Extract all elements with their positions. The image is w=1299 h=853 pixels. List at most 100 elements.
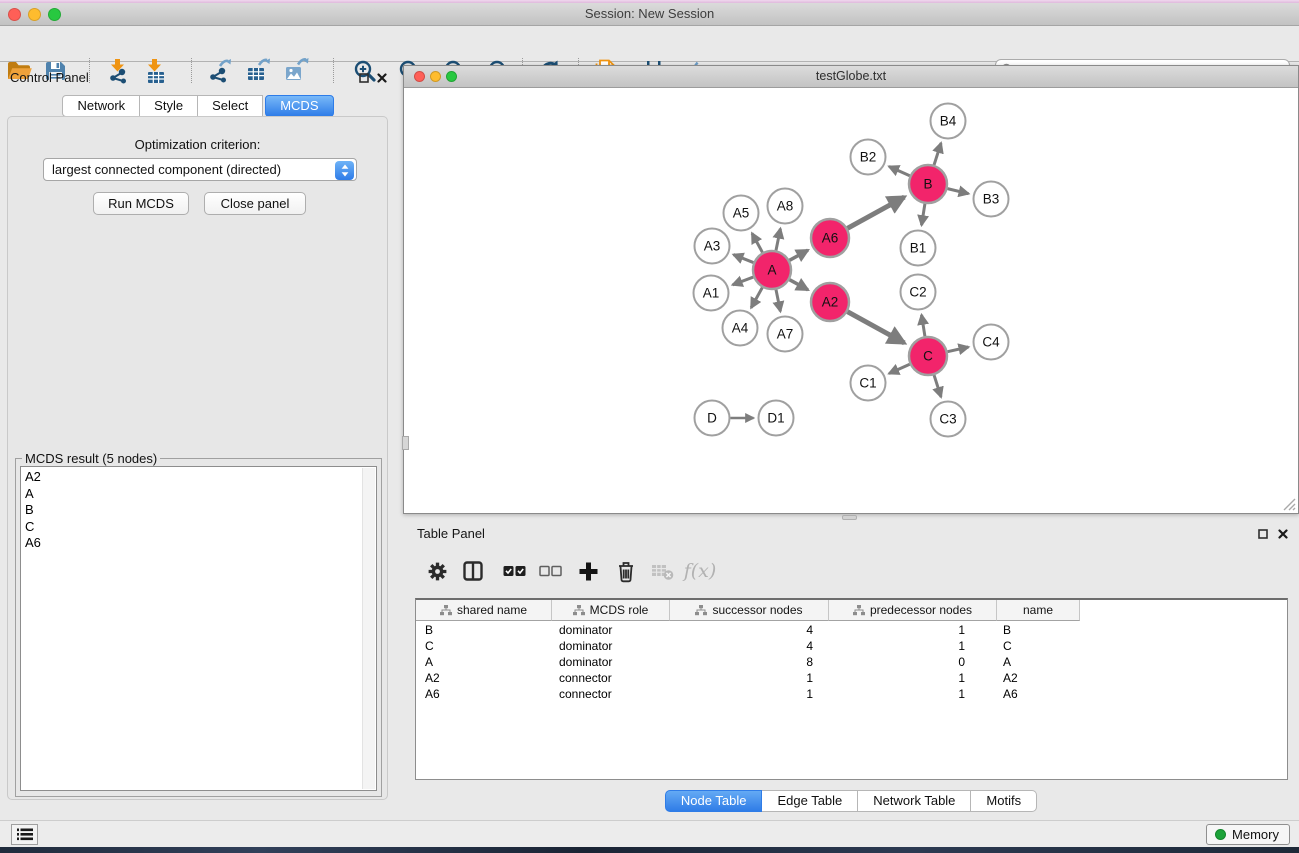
table-cell[interactable]: 1 [829, 638, 997, 654]
tab-style[interactable]: Style [140, 95, 198, 117]
edge-A6-B[interactable] [848, 197, 905, 228]
tab-network[interactable]: Network [62, 95, 140, 117]
table-cell[interactable]: A [997, 654, 1080, 670]
table-cell[interactable]: 8 [670, 654, 829, 670]
table-row[interactable]: Adominator80A [416, 654, 1287, 670]
tab-network-table[interactable]: Network Table [858, 790, 971, 812]
splitter-handle-bottom[interactable] [842, 515, 857, 520]
result-item[interactable]: A2 [25, 469, 376, 486]
delete-row-icon[interactable] [613, 558, 639, 584]
table-cell[interactable]: A2 [997, 670, 1080, 686]
table-cell[interactable]: dominator [552, 654, 670, 670]
edge-A-A3[interactable] [733, 255, 753, 263]
float-table-panel-icon[interactable] [1256, 527, 1270, 541]
deselect-all-icon[interactable] [537, 558, 563, 584]
table-cell[interactable]: 1 [829, 670, 997, 686]
table-cell[interactable]: 0 [829, 654, 997, 670]
edge-C-C1[interactable] [889, 364, 910, 373]
import-network-icon[interactable] [103, 57, 133, 85]
tab-node-table[interactable]: Node Table [665, 790, 763, 812]
net-maximize-traffic-light[interactable] [446, 71, 457, 82]
network-canvas[interactable]: B4B2BB3A8A5A6A3B1AA1C2A2A4A7C4CC1DD1C3 [405, 89, 1297, 512]
run-mcds-button[interactable]: Run MCDS [93, 192, 189, 215]
edge-A-A4[interactable] [751, 288, 762, 308]
edge-C-C4[interactable] [948, 347, 969, 352]
settings-gear-icon[interactable] [424, 558, 450, 584]
float-panel-icon[interactable] [357, 71, 371, 85]
result-item[interactable]: A6 [25, 535, 376, 552]
network-graph[interactable]: B4B2BB3A8A5A6A3B1AA1C2A2A4A7C4CC1DD1C3 [405, 89, 1297, 512]
table-row[interactable]: A6connector11A6 [416, 686, 1287, 702]
tab-motifs[interactable]: Motifs [971, 790, 1037, 812]
result-item[interactable]: A [25, 486, 376, 503]
memory-button[interactable]: Memory [1206, 824, 1290, 845]
edge-A-A6[interactable] [790, 250, 808, 260]
column-header-name[interactable]: name [997, 600, 1080, 621]
edge-C-C3[interactable] [934, 375, 941, 397]
table-cell[interactable]: A2 [416, 670, 552, 686]
table-cell[interactable]: dominator [552, 622, 670, 638]
table-row[interactable]: A2connector11A2 [416, 670, 1287, 686]
table-cell[interactable]: A6 [416, 686, 552, 702]
edge-A-A7[interactable] [776, 290, 780, 312]
net-close-traffic-light[interactable] [414, 71, 425, 82]
close-traffic-light[interactable] [8, 8, 21, 21]
table-cell[interactable]: dominator [552, 638, 670, 654]
table-row[interactable]: Cdominator41C [416, 638, 1287, 654]
edge-C-C2[interactable] [922, 315, 925, 336]
add-row-icon[interactable] [575, 558, 601, 584]
criterion-select[interactable]: largest connected component (directed) [43, 158, 357, 181]
edge-A-A8[interactable] [776, 229, 780, 251]
resize-grip-icon[interactable] [1280, 495, 1296, 511]
tab-edge-table[interactable]: Edge Table [762, 790, 858, 812]
table-cell[interactable]: 1 [670, 670, 829, 686]
show-columns-icon[interactable] [460, 558, 486, 584]
table-row[interactable]: Bdominator41B [416, 622, 1287, 638]
edge-A-A5[interactable] [752, 233, 762, 252]
column-header-successor-nodes[interactable]: successor nodes [670, 600, 829, 621]
table-cell[interactable]: 4 [670, 638, 829, 654]
column-header-MCDS-role[interactable]: MCDS role [552, 600, 670, 621]
select-all-icon[interactable] [501, 558, 527, 584]
result-item[interactable]: C [25, 519, 376, 536]
edge-B-B2[interactable] [889, 166, 910, 175]
table-cell[interactable]: connector [552, 686, 670, 702]
table-cell[interactable]: 4 [670, 622, 829, 638]
table-cell[interactable]: A6 [997, 686, 1080, 702]
edge-A2-C[interactable] [848, 312, 905, 343]
result-item[interactable]: B [25, 502, 376, 519]
table-cell[interactable]: 1 [829, 622, 997, 638]
import-table-icon[interactable] [140, 57, 170, 85]
close-panel-button[interactable]: Close panel [204, 192, 306, 215]
export-network-icon[interactable] [205, 57, 235, 85]
table-cell[interactable]: C [416, 638, 552, 654]
table-cell[interactable]: B [997, 622, 1080, 638]
table-cell[interactable]: C [997, 638, 1080, 654]
edge-B-B4[interactable] [934, 143, 941, 165]
edge-A-A1[interactable] [733, 277, 754, 285]
maximize-traffic-light[interactable] [48, 8, 61, 21]
edge-A-A2[interactable] [790, 280, 808, 290]
export-image-icon[interactable] [281, 57, 311, 85]
close-table-panel-icon[interactable] [1276, 527, 1290, 541]
table-cell[interactable]: A [416, 654, 552, 670]
tab-select[interactable]: Select [198, 95, 263, 117]
table-cell[interactable]: 1 [670, 686, 829, 702]
close-panel-icon[interactable] [375, 71, 389, 85]
net-minimize-traffic-light[interactable] [430, 71, 441, 82]
column-header-shared-name[interactable]: shared name [416, 600, 552, 621]
edge-B-B1[interactable] [922, 204, 925, 225]
splitter-handle-left[interactable] [402, 436, 409, 450]
table-cell[interactable]: 1 [829, 686, 997, 702]
minimize-traffic-light[interactable] [28, 8, 41, 21]
task-history-button[interactable] [11, 824, 38, 845]
edge-B-B3[interactable] [947, 189, 968, 194]
network-window-titlebar[interactable]: testGlobe.txt [404, 66, 1298, 88]
table-cell[interactable]: connector [552, 670, 670, 686]
table-cell[interactable]: B [416, 622, 552, 638]
column-header-predecessor-nodes[interactable]: predecessor nodes [829, 600, 997, 621]
mcds-result-list[interactable]: A2ABCA6 [20, 466, 377, 791]
result-scrollbar[interactable] [362, 468, 375, 789]
tab-mcds[interactable]: MCDS [265, 95, 333, 117]
export-table-icon[interactable] [243, 57, 273, 85]
